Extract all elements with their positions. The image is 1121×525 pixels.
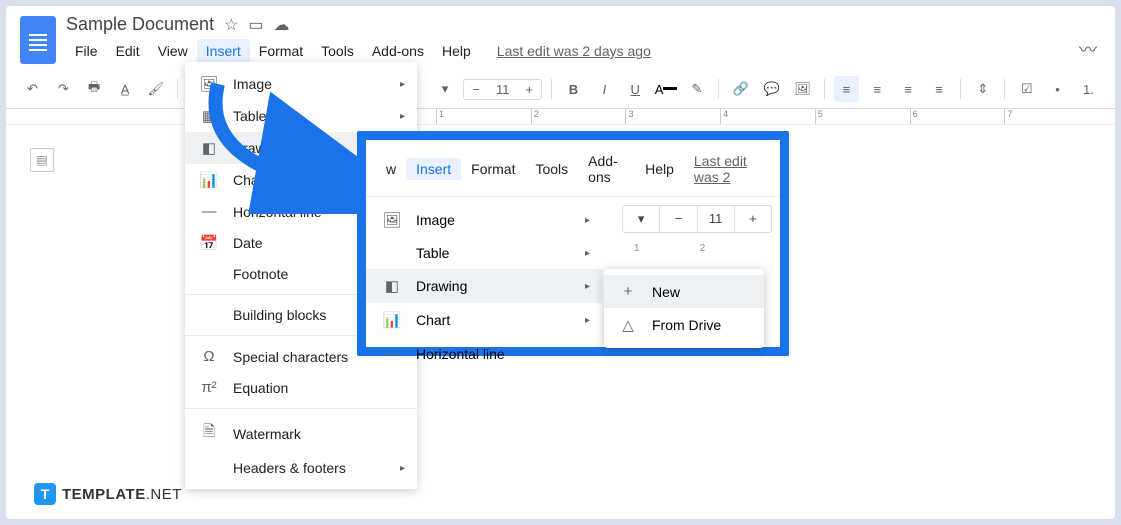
menu-insert[interactable]: Insert xyxy=(197,39,250,63)
highlight-button[interactable]: ✎ xyxy=(685,76,710,102)
callout-size-drop[interactable]: ▾ xyxy=(623,206,659,232)
cloud-icon[interactable]: ☁ xyxy=(274,15,290,35)
separator xyxy=(177,79,178,99)
chevron-right-icon: ▸ xyxy=(400,111,405,122)
insert-equation[interactable]: π²Equation xyxy=(185,372,417,403)
hline-icon: — xyxy=(382,345,402,362)
callout-size-val[interactable]: 11 xyxy=(697,206,734,232)
callout-menubar: w Insert Format Tools Add-ons Help Last … xyxy=(366,140,780,197)
chevron-right-icon: ▸ xyxy=(585,248,590,259)
insert-watermark[interactable]: 🗎Watermark xyxy=(185,414,417,453)
font-size-value[interactable]: 11 xyxy=(488,80,518,99)
drive-icon: △ xyxy=(618,316,638,334)
callout-panel: w Insert Format Tools Add-ons Help Last … xyxy=(357,131,789,356)
plus-icon: + xyxy=(618,283,638,300)
bold-button[interactable]: B xyxy=(561,76,586,102)
redo-button[interactable]: ↷ xyxy=(51,76,76,102)
menu-addons[interactable]: Add-ons xyxy=(363,39,433,63)
separator xyxy=(718,79,719,99)
print-button[interactable]: 🖶 xyxy=(82,76,107,102)
last-edit-link[interactable]: Last edit was 2 days ago xyxy=(488,39,660,63)
chevron-right-icon: ▸ xyxy=(400,463,405,474)
checklist-button[interactable]: ☑ xyxy=(1014,76,1039,102)
callout-insert-chart[interactable]: 📊Chart▸ xyxy=(366,303,602,337)
chevron-right-icon: ▸ xyxy=(585,215,590,226)
bulleted-list-button[interactable]: • xyxy=(1045,76,1070,102)
align-right-button[interactable]: ≡ xyxy=(896,76,921,102)
callout-menu-format[interactable]: Format xyxy=(461,158,525,180)
separator xyxy=(185,408,417,409)
callout-size-plus[interactable]: + xyxy=(734,206,771,232)
zoom-dropdown[interactable]: ▾ xyxy=(433,76,458,102)
callout-menu-tools[interactable]: Tools xyxy=(525,158,578,180)
chevron-right-icon: ▸ xyxy=(400,79,405,90)
callout-insert-hline[interactable]: —Horizontal line xyxy=(366,337,602,370)
numbered-list-button[interactable]: 1. xyxy=(1076,76,1101,102)
menu-help[interactable]: Help xyxy=(433,39,480,63)
template-net-watermark: T TEMPLATE.NET xyxy=(34,483,182,505)
menu-bar: File Edit View Insert Format Tools Add-o… xyxy=(66,39,1101,63)
decrease-font[interactable]: − xyxy=(464,80,488,99)
menu-edit[interactable]: Edit xyxy=(107,39,149,63)
callout-font-size[interactable]: ▾ − 11 + xyxy=(622,205,772,233)
move-icon[interactable]: ▭ xyxy=(248,15,263,35)
callout-insert-table[interactable]: Table▸ xyxy=(366,237,602,269)
drawing-new[interactable]: +New xyxy=(604,275,764,308)
drawing-icon: ◧ xyxy=(382,277,402,295)
chart-icon: 📊 xyxy=(382,311,402,329)
menu-file[interactable]: File xyxy=(66,39,107,63)
callout-insert-drawing[interactable]: ◧Drawing▸ xyxy=(366,269,602,303)
callout-ruler: 12 xyxy=(610,243,772,254)
special-icon: Ω xyxy=(199,348,219,365)
image-button[interactable]: 🖼 xyxy=(790,76,815,102)
undo-button[interactable]: ↶ xyxy=(20,76,45,102)
separator xyxy=(960,79,961,99)
line-spacing-button[interactable]: ⇕ xyxy=(970,76,995,102)
align-left-button[interactable]: ≡ xyxy=(834,76,859,102)
watermark-icon: 🗎 xyxy=(199,421,219,446)
drawing-from-drive[interactable]: △From Drive xyxy=(604,308,764,342)
comment-button[interactable]: 💬 xyxy=(759,76,784,102)
text-color-button[interactable]: A xyxy=(654,76,679,102)
callout-insert-dropdown: 🖼Image▸ Table▸ ◧Drawing▸ 📊Chart▸ —Horizo… xyxy=(366,197,602,376)
menu-tools[interactable]: Tools xyxy=(312,39,363,63)
separator xyxy=(551,79,552,99)
italic-button[interactable]: I xyxy=(592,76,617,102)
insert-headers[interactable]: Headers & footers▸ xyxy=(185,453,417,483)
callout-insert-image[interactable]: 🖼Image▸ xyxy=(366,203,602,237)
callout-menu-w: w xyxy=(376,158,406,180)
annotation-arrow xyxy=(188,74,368,214)
callout-menu-insert[interactable]: Insert xyxy=(406,158,461,180)
align-center-button[interactable]: ≡ xyxy=(865,76,890,102)
separator xyxy=(824,79,825,99)
link-button[interactable]: 🔗 xyxy=(728,76,753,102)
increase-font[interactable]: + xyxy=(518,80,542,99)
equation-icon: π² xyxy=(199,379,219,396)
template-logo-icon: T xyxy=(34,483,56,505)
document-title[interactable]: Sample Document xyxy=(66,14,214,35)
date-icon: 📅 xyxy=(199,234,219,252)
chevron-right-icon: ▸ xyxy=(585,315,590,326)
callout-menu-help[interactable]: Help xyxy=(635,158,684,180)
separator xyxy=(1004,79,1005,99)
activity-icon[interactable]: 〰 xyxy=(1079,36,1097,62)
image-icon: 🖼 xyxy=(382,211,402,229)
star-icon[interactable]: ☆ xyxy=(224,15,238,35)
toolbar: ↶ ↷ 🖶 A̲ 🖌 ▾ − 11 + B I U A ✎ 🔗 💬 🖼 ≡ ≡ … xyxy=(6,70,1115,109)
font-size-control[interactable]: − 11 + xyxy=(463,79,542,100)
ruler: 123 4567 xyxy=(6,109,1115,125)
spellcheck-button[interactable]: A̲ xyxy=(113,76,138,102)
drawing-submenu: +New △From Drive xyxy=(604,269,764,348)
menu-view[interactable]: View xyxy=(149,39,197,63)
underline-button[interactable]: U xyxy=(623,76,648,102)
callout-menu-addons[interactable]: Add-ons xyxy=(578,150,635,188)
callout-size-minus[interactable]: − xyxy=(659,206,696,232)
menu-format[interactable]: Format xyxy=(250,39,312,63)
paint-format-button[interactable]: 🖌 xyxy=(144,76,169,102)
outline-toggle[interactable]: ▤ xyxy=(30,148,54,172)
docs-logo-icon[interactable] xyxy=(20,16,56,64)
chevron-right-icon: ▸ xyxy=(585,281,590,292)
callout-last-edit[interactable]: Last edit was 2 xyxy=(684,150,770,188)
align-justify-button[interactable]: ≡ xyxy=(927,76,952,102)
